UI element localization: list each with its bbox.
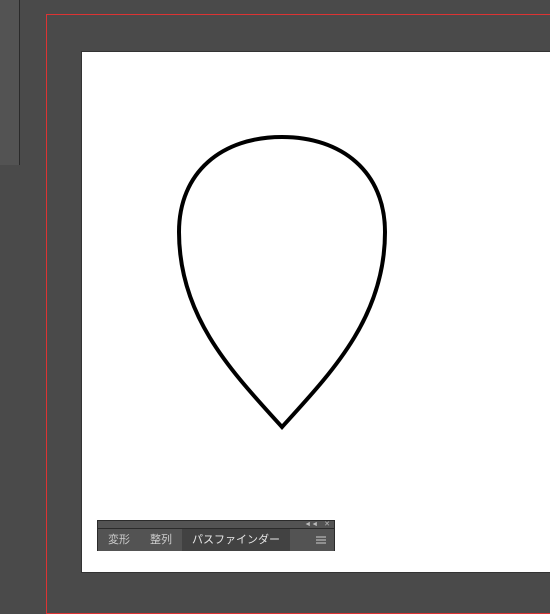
panel-tabs: 変形 整列 パスファインダー (98, 529, 334, 551)
close-icon[interactable]: ✕ (324, 521, 330, 528)
tab-pathfinder[interactable]: パスファインダー (182, 529, 290, 551)
tab-align[interactable]: 整列 (140, 529, 182, 551)
canvas-area[interactable] (0, 0, 550, 551)
collapse-icon[interactable]: ◄◄ (304, 521, 318, 528)
artwork-layer[interactable] (82, 52, 550, 572)
panel-menu-icon[interactable] (314, 535, 328, 545)
pathfinder-panel[interactable]: ◄◄ ✕ 変形 整列 パスファインダー (97, 520, 335, 551)
pick-shape-path[interactable] (179, 137, 385, 427)
panel-titlebar[interactable]: ◄◄ ✕ (98, 521, 334, 529)
app-background: ◄◄ ✕ 変形 整列 パスファインダー (0, 0, 550, 551)
tab-transform[interactable]: 変形 (98, 529, 140, 551)
